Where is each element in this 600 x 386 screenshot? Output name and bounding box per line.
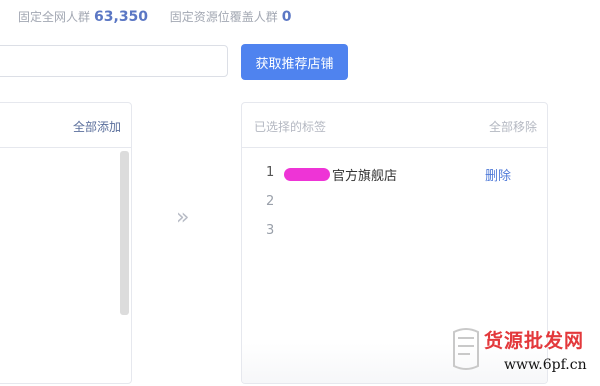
shop-name: 官方旗舰店 [284, 165, 397, 184]
available-tags-panel: 全部添加 [0, 102, 132, 384]
selected-tags-header: 已选择的标签 全部移除 [242, 103, 547, 148]
coverage-value: 0 [281, 9, 292, 25]
row-index: 3 [266, 223, 275, 238]
row-index: 2 [266, 194, 275, 209]
full-network-value: 63,350 [94, 9, 149, 25]
list-item: 1 官方旗舰店 删除 [266, 163, 535, 192]
remove-all-link[interactable]: 全部移除 [489, 118, 537, 135]
list-item: 2 [266, 192, 535, 221]
shop-name-text: 官方旗舰店 [332, 169, 398, 184]
coverage-label: 固定资源位覆盖人群 [169, 10, 278, 24]
selected-tags-title: 已选择的标签 [254, 120, 327, 134]
stats-bar: 固定全网人群 63,350 固定资源位覆盖人群 0 [18, 8, 291, 25]
scrollbar[interactable] [120, 151, 129, 315]
fetch-recommended-shops-button[interactable]: 获取推荐店铺 [241, 44, 348, 80]
delete-link[interactable]: 删除 [485, 165, 511, 184]
watermark-logo-icon [453, 328, 479, 370]
watermark-text: 货源批发网 [484, 330, 585, 352]
add-all-link[interactable]: 全部添加 [73, 118, 121, 135]
watermark-url: www.6pf.cn [504, 357, 587, 373]
available-tags-header: 全部添加 [0, 103, 131, 148]
full-network-label: 固定全网人群 [18, 10, 91, 24]
watermark: 货源批发网 www.6pf.cn [448, 324, 596, 382]
selected-tags-list: 1 官方旗舰店 删除 2 3 [266, 163, 535, 250]
list-item: 3 [266, 221, 535, 250]
row-index: 1 [266, 165, 275, 180]
redaction-mark [284, 168, 330, 181]
transfer-arrow-icon[interactable]: » [176, 205, 189, 230]
search-input[interactable] [0, 45, 228, 77]
